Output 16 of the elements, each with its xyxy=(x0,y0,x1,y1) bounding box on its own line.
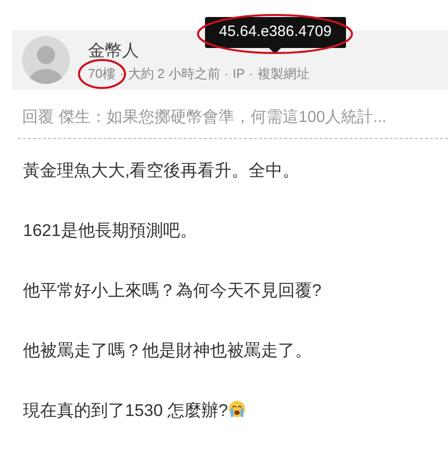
avatar-icon xyxy=(22,36,70,84)
comment-paragraph: 黃金理魚大大,看空後再看升。全中。 xyxy=(23,160,301,182)
ip-link[interactable]: IP xyxy=(232,67,245,80)
comment-paragraph: 他平常好小上來嗎？為何今天不見回覆? xyxy=(23,280,322,302)
highlight-ellipse xyxy=(78,59,126,89)
author-name: 金幣人 xyxy=(88,40,140,62)
separator-dot: · xyxy=(224,67,229,80)
comment-paragraph: 1621是他長期預測吧。 xyxy=(23,220,198,242)
post-time: 大約 2 小時之前 xyxy=(128,67,220,80)
copy-link[interactable]: 複製網址 xyxy=(257,67,310,80)
comment-paragraph: 他被罵走了嗎？他是財神也被罵走了。 xyxy=(23,340,313,362)
floor-number: 70樓 xyxy=(88,67,116,80)
reply-quote: 回覆 傑生：如果您擲硬幣會準，何需這100人統計... xyxy=(22,108,388,128)
separator-dot: · xyxy=(119,67,124,80)
separator-dot: · xyxy=(248,67,254,80)
comment-paragraph: 現在真的到了1530 怎麼辦? xyxy=(23,399,448,422)
